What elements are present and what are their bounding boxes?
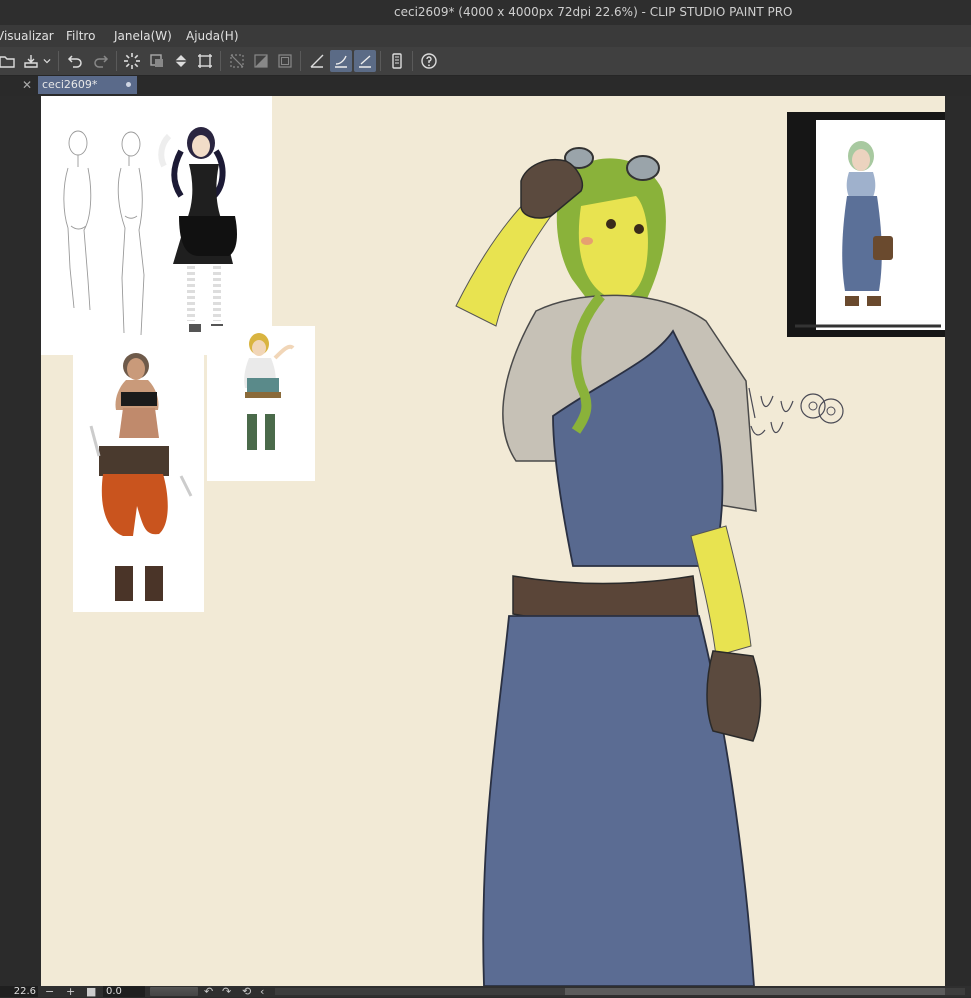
close-icon[interactable]: ✕ xyxy=(22,78,32,92)
rotation-slider[interactable] xyxy=(150,987,198,996)
menu-window[interactable]: Janela(W) xyxy=(114,29,172,43)
scroll-left-icon[interactable]: ‹ xyxy=(260,986,264,997)
selection-border-icon[interactable] xyxy=(274,50,296,72)
canvas-artwork xyxy=(41,96,945,986)
tablet-icon[interactable] xyxy=(386,50,408,72)
tab-document[interactable]: ceci2609* xyxy=(38,76,137,94)
snap-special-ruler-icon[interactable] xyxy=(330,50,352,72)
menu-help[interactable]: Ajuda(H) xyxy=(186,29,239,43)
help-icon[interactable] xyxy=(418,50,440,72)
status-bar: 22.6 − + ■ 0.0 ↶ ↷ ⟲ ‹ xyxy=(0,986,971,997)
clear-icon[interactable] xyxy=(146,50,168,72)
reset-rotation-icon[interactable]: ⟲ xyxy=(242,986,251,997)
reference-image-4 xyxy=(787,112,945,337)
reference-image-1 xyxy=(41,96,272,355)
invert-selection-icon[interactable] xyxy=(250,50,272,72)
menu-filter[interactable]: Filtro xyxy=(66,29,95,43)
scrollbar-thumb[interactable] xyxy=(565,988,945,995)
tab-label: ceci2609* xyxy=(42,78,98,91)
fill-icon[interactable] xyxy=(170,50,192,72)
dropdown-icon[interactable] xyxy=(40,50,54,72)
menu-view[interactable]: Visualizar xyxy=(0,29,54,43)
undo-icon[interactable] xyxy=(64,50,86,72)
save-icon[interactable] xyxy=(20,50,42,72)
rotate-right-icon[interactable]: ↷ xyxy=(222,986,231,997)
command-bar xyxy=(0,47,971,76)
rotation-angle-field[interactable]: 0.0 xyxy=(103,986,145,997)
document-tab-bar: ✕ ceci2609* xyxy=(0,76,971,96)
open-file-icon[interactable] xyxy=(0,50,18,72)
zoom-in-button[interactable]: + xyxy=(66,986,75,997)
snap-grid-icon[interactable] xyxy=(354,50,376,72)
loading-icon[interactable] xyxy=(121,50,143,72)
reference-image-2 xyxy=(73,342,204,612)
deselect-icon[interactable] xyxy=(226,50,248,72)
zoom-field[interactable]: 22.6 xyxy=(0,986,38,997)
title-bar: ceci2609* (4000 x 4000px 72dpi 22.6%) - … xyxy=(0,0,971,25)
menu-bar: Visualizar Filtro Janela(W) Ajuda(H) xyxy=(0,25,971,48)
horizontal-scrollbar[interactable] xyxy=(275,988,965,995)
unsaved-dot-icon xyxy=(126,82,131,87)
snap-ruler-icon[interactable] xyxy=(306,50,328,72)
drawing-canvas[interactable] xyxy=(41,96,945,986)
transform-icon[interactable] xyxy=(194,50,216,72)
fit-icon[interactable]: ■ xyxy=(86,986,96,997)
zoom-out-button[interactable]: − xyxy=(45,986,54,997)
window-title: ceci2609* (4000 x 4000px 72dpi 22.6%) - … xyxy=(394,5,793,19)
sketch-note xyxy=(748,387,844,436)
main-character-sketch xyxy=(455,147,762,986)
rotate-left-icon[interactable]: ↶ xyxy=(204,986,213,997)
redo-icon[interactable] xyxy=(90,50,112,72)
reference-image-3 xyxy=(207,326,315,481)
